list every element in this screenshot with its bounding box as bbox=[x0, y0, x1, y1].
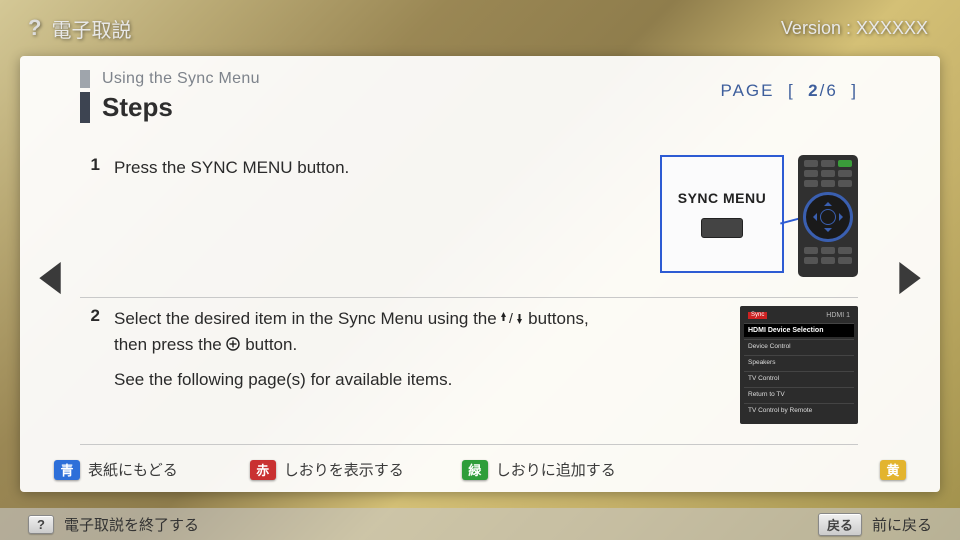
version-label: Version : XXXXXX bbox=[781, 18, 928, 39]
svg-text:/: / bbox=[509, 311, 513, 325]
sync-menu-callout: SYNC MENU bbox=[660, 155, 784, 273]
nav-right-col: ▶ bbox=[880, 56, 940, 492]
step-1: 1 Press the SYNC MENU button. SYNC MENU bbox=[80, 147, 858, 297]
remote-illustration bbox=[798, 155, 858, 277]
nav-left-col: ◀ bbox=[20, 56, 80, 492]
red-button[interactable]: 赤 bbox=[250, 460, 276, 480]
top-bar: ? 電子取説 Version : XXXXXX bbox=[0, 0, 960, 56]
prev-page-arrow[interactable]: ◀ bbox=[39, 249, 61, 299]
step-number: 2 bbox=[80, 306, 100, 326]
sync-menu-screenshot: SyncHDMI 1 HDMI Device Selection Device … bbox=[740, 306, 858, 424]
step-number: 1 bbox=[80, 155, 100, 175]
step-2-graphic: SyncHDMI 1 HDMI Device Selection Device … bbox=[628, 306, 858, 424]
page-title: Steps bbox=[80, 92, 721, 123]
up-down-arrow-icon: / bbox=[501, 307, 523, 333]
step-text: Select the desired item in the Sync Menu… bbox=[114, 306, 614, 392]
step-2: 2 Select the desired item in the Sync Me… bbox=[80, 298, 858, 444]
sync-menu-button-shape bbox=[701, 218, 743, 238]
help-button[interactable]: ? bbox=[28, 515, 54, 534]
red-button-label: しおりを表示する bbox=[284, 459, 404, 480]
sync-menu-label: SYNC MENU bbox=[678, 190, 767, 206]
step-subtext: See the following page(s) for available … bbox=[114, 367, 614, 393]
app-title-text: 電子取説 bbox=[51, 14, 131, 43]
page-indicator: PAGE [ 2/6 ] bbox=[721, 81, 858, 123]
step-text: Press the SYNC MENU button. bbox=[114, 155, 614, 181]
bottom-bar: ? 電子取説を終了する 戻る 前に戻る bbox=[0, 508, 960, 540]
help-icon: ? bbox=[28, 15, 41, 41]
help-button-label: 電子取説を終了する bbox=[64, 514, 199, 535]
back-button-label: 前に戻る bbox=[872, 514, 932, 535]
main-area: Using the Sync Menu Steps PAGE [ 2/6 ] 1… bbox=[80, 56, 880, 492]
color-button-bar: 青 表紙にもどる 赤 しおりを表示する 緑 しおりに追加する 黄 bbox=[54, 459, 906, 480]
blue-button[interactable]: 青 bbox=[54, 460, 80, 480]
step-divider bbox=[80, 444, 858, 445]
page-header: Using the Sync Menu Steps PAGE [ 2/6 ] bbox=[80, 56, 880, 123]
app-title: ? 電子取説 bbox=[28, 14, 131, 43]
yellow-button[interactable]: 黄 bbox=[880, 460, 906, 480]
green-button[interactable]: 緑 bbox=[462, 460, 488, 480]
breadcrumb: Using the Sync Menu bbox=[80, 70, 721, 88]
blue-button-label: 表紙にもどる bbox=[88, 459, 178, 480]
content-panel: ◀ Using the Sync Menu Steps PAGE [ 2/6 ]… bbox=[20, 56, 940, 492]
back-button[interactable]: 戻る bbox=[818, 513, 862, 536]
green-button-label: しおりに追加する bbox=[496, 459, 616, 480]
steps-content: 1 Press the SYNC MENU button. SYNC MENU bbox=[80, 123, 880, 492]
plus-circle-icon bbox=[226, 333, 240, 359]
step-1-graphic: SYNC MENU bbox=[628, 155, 858, 277]
next-page-arrow[interactable]: ▶ bbox=[899, 249, 921, 299]
